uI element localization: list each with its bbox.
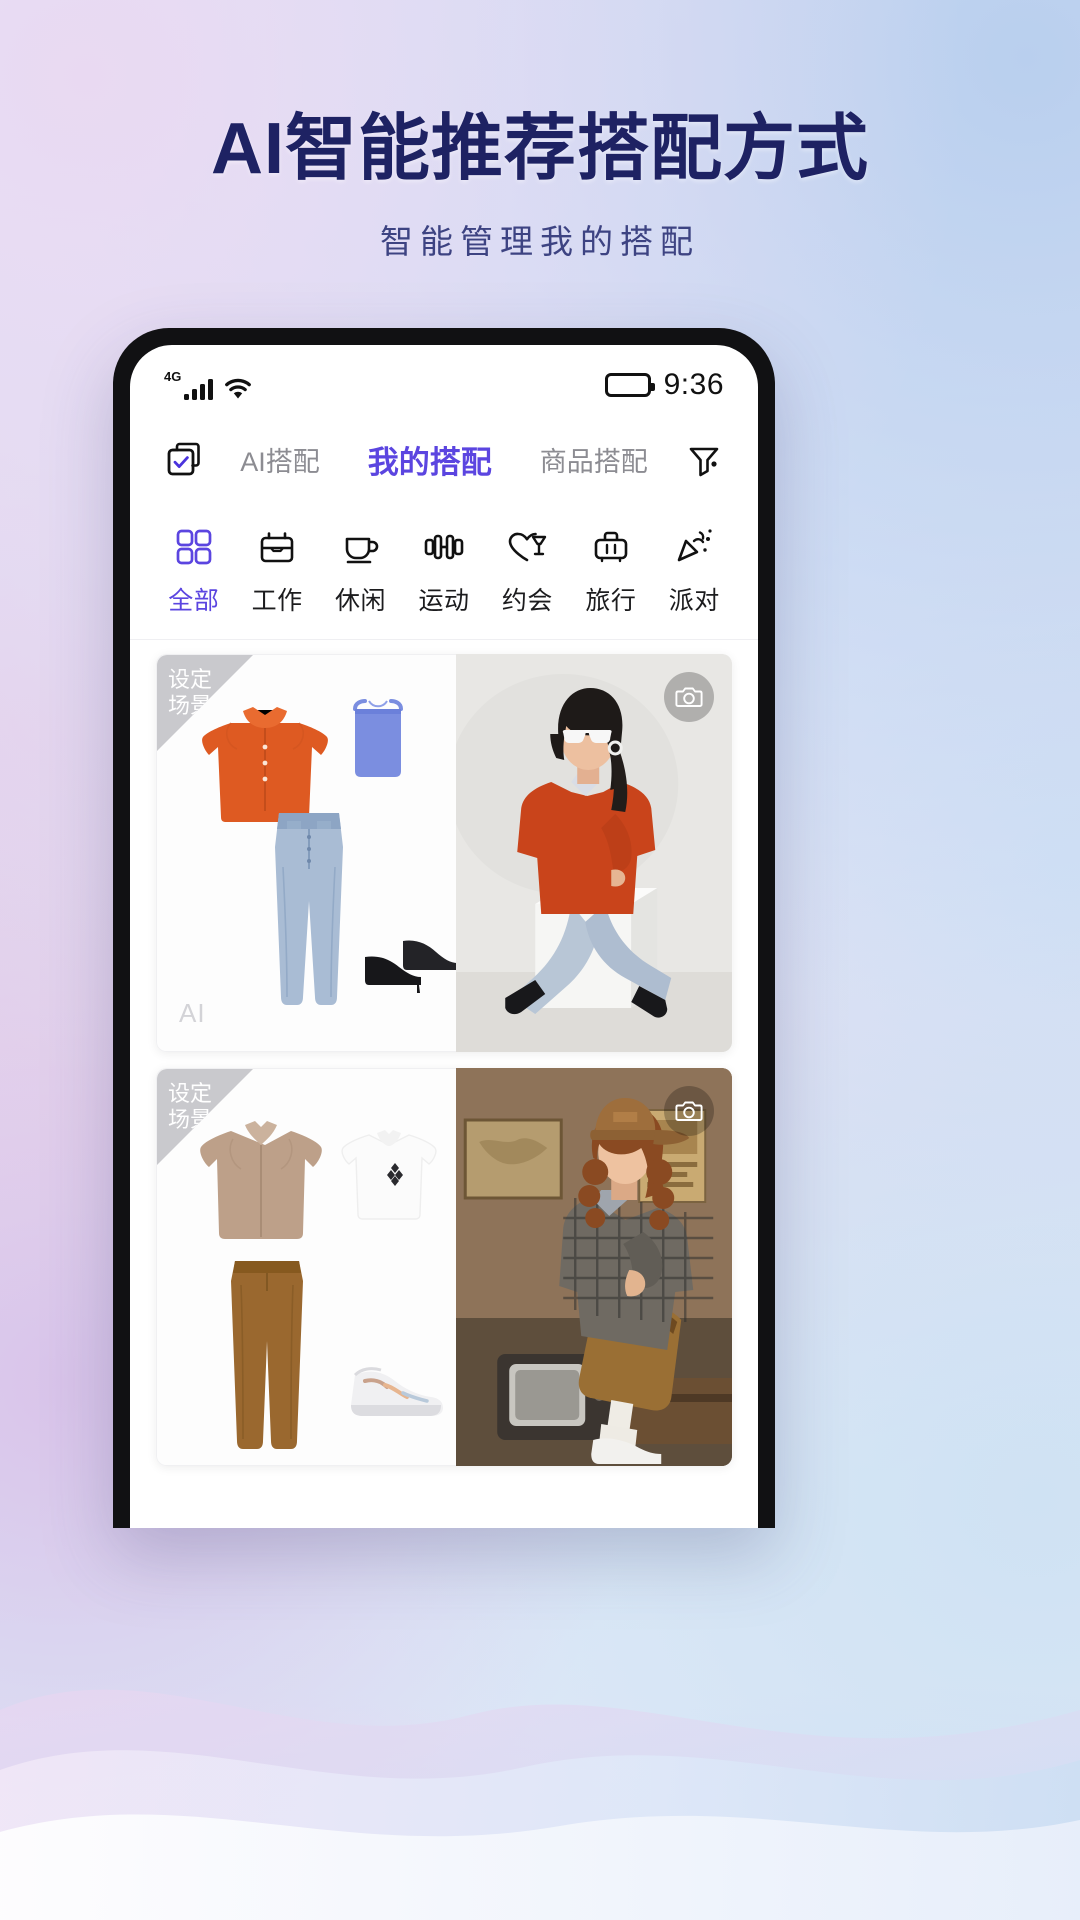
outfit-card[interactable]: 设定 场景 — [156, 1068, 732, 1466]
tab-ai-match[interactable]: AI搭配 — [238, 434, 322, 485]
category-date-label: 约会 — [501, 587, 553, 615]
battery-icon — [604, 373, 655, 397]
status-right: 9:36 — [604, 368, 724, 402]
suitcase-icon — [591, 525, 631, 569]
garment-blue-camisole — [353, 699, 403, 777]
tab-my-match-label: 我的搭配 — [367, 444, 492, 480]
category-party-label: 派对 — [668, 587, 720, 615]
ai-watermark: AI — [179, 998, 206, 1028]
garment-brown-trousers — [231, 1261, 303, 1449]
grid-icon — [174, 525, 214, 569]
category-party[interactable]: 派对 — [653, 525, 736, 617]
network-type-label: 4G — [164, 369, 182, 384]
outfit-collage[interactable]: 设定 场景 — [156, 1068, 456, 1466]
status-bar: 4G 9:36 — [130, 345, 758, 411]
phone-screen: 4G 9:36 AI搭配 我的搭配 商品搭配 全部 工作 休闲 运动 约会 旅行… — [130, 345, 758, 1528]
outfit-card-list: 设定 场景 AI 设定 场景 — [130, 640, 758, 1466]
party-popper-icon — [673, 525, 715, 569]
garment-chunky-sneakers — [351, 1367, 443, 1416]
page-subtitle: 智能管理我的搭配 — [380, 223, 700, 261]
top-tab-bar: AI搭配 我的搭配 商品搭配 — [130, 411, 758, 507]
status-left: 4G — [164, 370, 253, 400]
garment-orange-cardigan — [202, 707, 328, 822]
status-clock: 9:36 — [663, 368, 724, 401]
category-date[interactable]: 约会 — [486, 525, 569, 617]
tab-product-match[interactable]: 商品搭配 — [538, 434, 650, 485]
category-casual[interactable]: 休闲 — [319, 525, 402, 617]
outfit-photo[interactable] — [455, 654, 732, 1052]
signal-bars-icon — [184, 378, 214, 400]
garment-beige-shirt — [200, 1121, 322, 1239]
garment-black-heels — [365, 940, 459, 993]
tab-list: AI搭配 我的搭配 商品搭配 — [212, 431, 676, 500]
ribbon-line1: 设定 — [168, 1081, 213, 1106]
category-work[interactable]: 工作 — [235, 525, 318, 617]
briefcase-icon — [257, 525, 297, 569]
category-sports[interactable]: 运动 — [402, 525, 485, 617]
ribbon-line1: 设定 — [168, 667, 213, 692]
category-travel-label: 旅行 — [585, 587, 637, 615]
dumbbell-icon — [422, 525, 466, 569]
header: AI智能推荐搭配方式 智能管理我的搭配 — [0, 109, 1080, 263]
coffee-cup-icon — [341, 525, 381, 569]
category-all-label: 全部 — [168, 587, 220, 615]
tab-my-match[interactable]: 我的搭配 — [366, 431, 494, 500]
category-all[interactable]: 全部 — [152, 525, 235, 617]
phone-mockup: 4G 9:36 AI搭配 我的搭配 商品搭配 全部 工作 休闲 运动 约会 旅行… — [113, 328, 775, 1528]
page-title: AI智能推荐搭配方式 — [210, 109, 869, 189]
category-travel[interactable]: 旅行 — [569, 525, 652, 617]
multi-select-checkbox-icon[interactable] — [156, 437, 212, 481]
garment-white-tshirt — [341, 1130, 437, 1220]
outfit-card[interactable]: 设定 场景 — [156, 654, 732, 1052]
decorative-wave — [0, 1689, 1080, 1920]
category-casual-label: 休闲 — [335, 587, 387, 615]
camera-icon[interactable] — [663, 672, 714, 722]
outfit-photo[interactable] — [455, 1068, 732, 1466]
category-sports-label: 运动 — [418, 587, 470, 615]
wifi-icon — [225, 378, 252, 399]
garment-blue-jeans — [275, 813, 343, 1005]
heart-wineglass-icon — [505, 525, 549, 569]
category-work-label: 工作 — [251, 587, 303, 615]
filter-icon[interactable] — [676, 438, 732, 480]
outfit-collage[interactable]: 设定 场景 — [156, 654, 459, 1052]
camera-icon[interactable] — [663, 1086, 714, 1136]
category-filter-row: 全部 工作 休闲 运动 约会 旅行 派对 — [130, 507, 758, 640]
